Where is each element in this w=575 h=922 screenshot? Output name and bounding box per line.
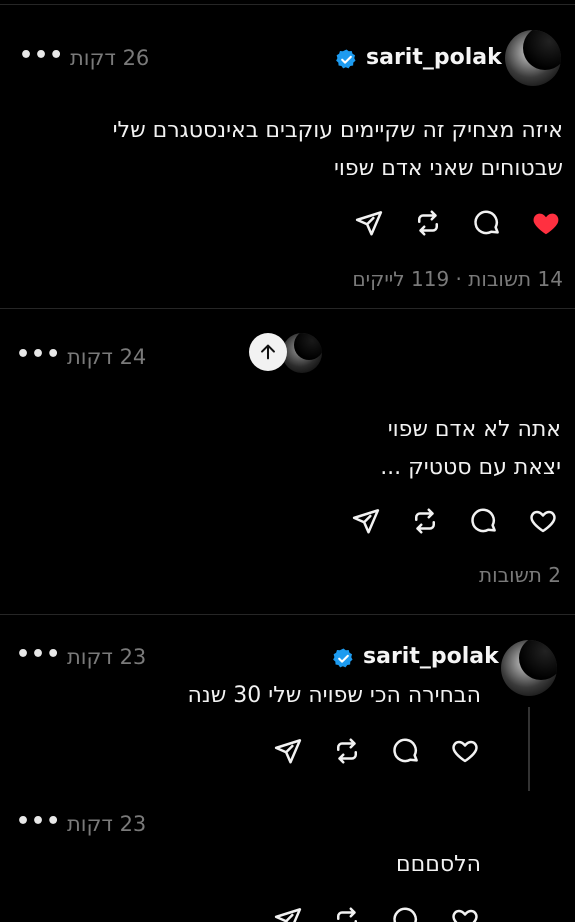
reply-button[interactable] (390, 735, 422, 767)
post-time: 24 דקות (67, 345, 147, 369)
repost-icon (415, 508, 435, 534)
like-button[interactable] (449, 735, 481, 767)
scroll-to-top-button[interactable] (249, 333, 287, 371)
post-time: 23 דקות (67, 812, 147, 836)
share-icon (355, 211, 383, 236)
repost-icon (418, 210, 438, 236)
share-icon (274, 739, 302, 764)
avatar (282, 333, 322, 373)
share-icon (352, 509, 380, 534)
post-text-line-1: הבחירה הכי שפויה שלי 30 שנה (187, 683, 481, 708)
post-text-line-1: אתה לא אדם שפוי (387, 417, 561, 442)
comment-icon (393, 907, 418, 922)
like-button[interactable] (530, 207, 562, 239)
heart-icon (533, 213, 559, 235)
post-stats[interactable]: 14 תשובות · 119 לייקים (352, 267, 563, 291)
comment-icon (471, 508, 496, 533)
heart-icon (452, 740, 478, 763)
share-button[interactable] (353, 207, 385, 239)
share-icon (274, 908, 302, 922)
thread-line (528, 707, 530, 791)
post-text-line-2: יצאת עם סטטיק ... (380, 455, 561, 480)
avatar[interactable] (505, 30, 561, 86)
like-button[interactable] (527, 505, 559, 537)
repost-button[interactable] (331, 904, 363, 922)
repost-icon (337, 738, 357, 764)
reply-button[interactable] (390, 904, 422, 922)
post-stats[interactable]: 2 תשובות (479, 563, 561, 587)
verified-badge-icon (336, 49, 356, 69)
share-button[interactable] (272, 735, 304, 767)
post-3: sarit_polak 23 דקות ••• הבחירה הכי שפויה… (0, 615, 575, 800)
share-button[interactable] (350, 505, 382, 537)
post-text-line-1: איזה מצחיק זה שקיימים עוקבים באינסטגרם ש… (112, 118, 563, 143)
post-text-line-2: שבטוחים שאני אדם שפוי (333, 156, 563, 181)
post-4: 23 דקות ••• הלסםםם (0, 800, 575, 922)
repost-button[interactable] (409, 505, 441, 537)
post-time: 26 דקות (70, 46, 150, 70)
arrow-up-icon (261, 344, 275, 360)
post-time: 23 דקות (67, 645, 147, 669)
repost-button[interactable] (331, 735, 363, 767)
more-options-icon[interactable]: ••• (19, 45, 64, 67)
share-button[interactable] (272, 904, 304, 922)
more-options-icon[interactable]: ••• (16, 344, 61, 366)
like-button[interactable] (449, 904, 481, 922)
post-2: 24 דקות ••• אתה לא אדם שפוי יצאת עם סטטי… (0, 309, 575, 614)
reply-button[interactable] (468, 505, 500, 537)
comment-icon (393, 738, 418, 763)
username[interactable]: sarit_polak (366, 45, 502, 70)
username[interactable]: sarit_polak (363, 644, 499, 669)
heart-icon (452, 909, 478, 922)
repost-button[interactable] (412, 207, 444, 239)
heart-icon (530, 510, 556, 533)
verified-badge-icon (333, 648, 353, 668)
post-text-line-1: הלסםםם (396, 852, 481, 877)
more-options-icon[interactable]: ••• (16, 644, 61, 666)
reply-button[interactable] (471, 207, 503, 239)
more-options-icon[interactable]: ••• (16, 811, 61, 833)
repost-icon (337, 907, 357, 922)
post-1: sarit_polak 26 דקות ••• איזה מצחיק זה שק… (0, 5, 575, 307)
comment-icon (474, 210, 499, 235)
avatar[interactable] (501, 640, 557, 696)
